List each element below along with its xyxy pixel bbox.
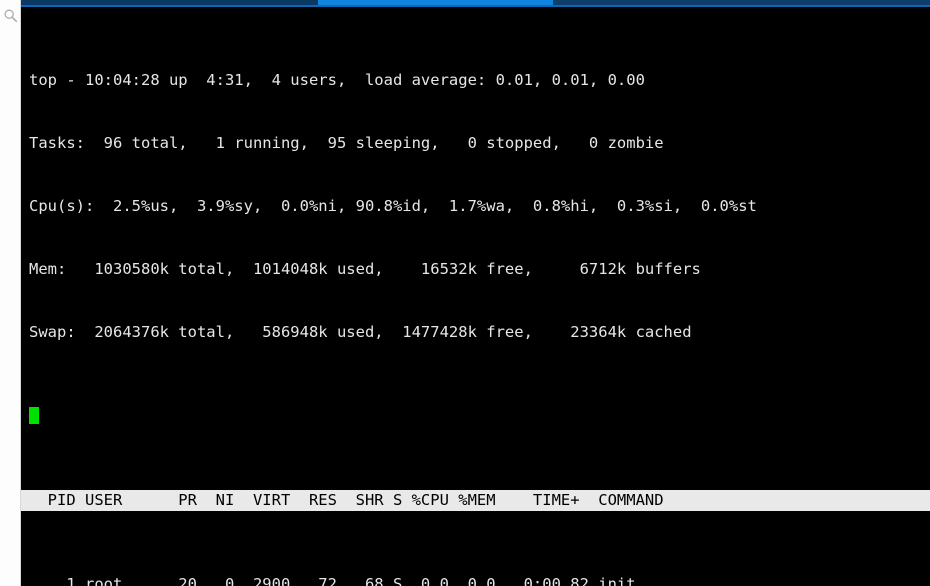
- top-summary-line-tasks: Tasks: 96 total, 1 running, 95 sleeping,…: [29, 134, 664, 152]
- process-table-body: 1 root 20 0 2900 72 68 S 0.0 0.0 0:00.82…: [21, 574, 930, 586]
- table-row[interactable]: 1 root 20 0 2900 72 68 S 0.0 0.0 0:00.82…: [21, 574, 930, 586]
- top-summary-line-uptime: top - 10:04:28 up 4:31, 4 users, load av…: [29, 71, 645, 89]
- left-gutter: [0, 0, 21, 586]
- top-summary-line-cpu: Cpu(s): 2.5%us, 3.9%sy, 0.0%ni, 90.8%id,…: [29, 197, 757, 215]
- top-summary-line-swap: Swap: 2064376k total, 586948k used, 1477…: [29, 323, 692, 341]
- terminal-top-output[interactable]: top - 10:04:28 up 4:31, 4 users, load av…: [21, 7, 930, 586]
- terminal-cursor: [29, 407, 39, 424]
- process-table-header[interactable]: PID USER PR NI VIRT RES SHR S %CPU %MEM …: [21, 490, 930, 511]
- top-summary-line-mem: Mem: 1030580k total, 1014048k used, 1653…: [29, 260, 701, 278]
- terminal-cursor-line: [21, 406, 930, 427]
- screen: top - 10:04:28 up 4:31, 4 users, load av…: [0, 0, 930, 586]
- search-icon[interactable]: [3, 8, 18, 23]
